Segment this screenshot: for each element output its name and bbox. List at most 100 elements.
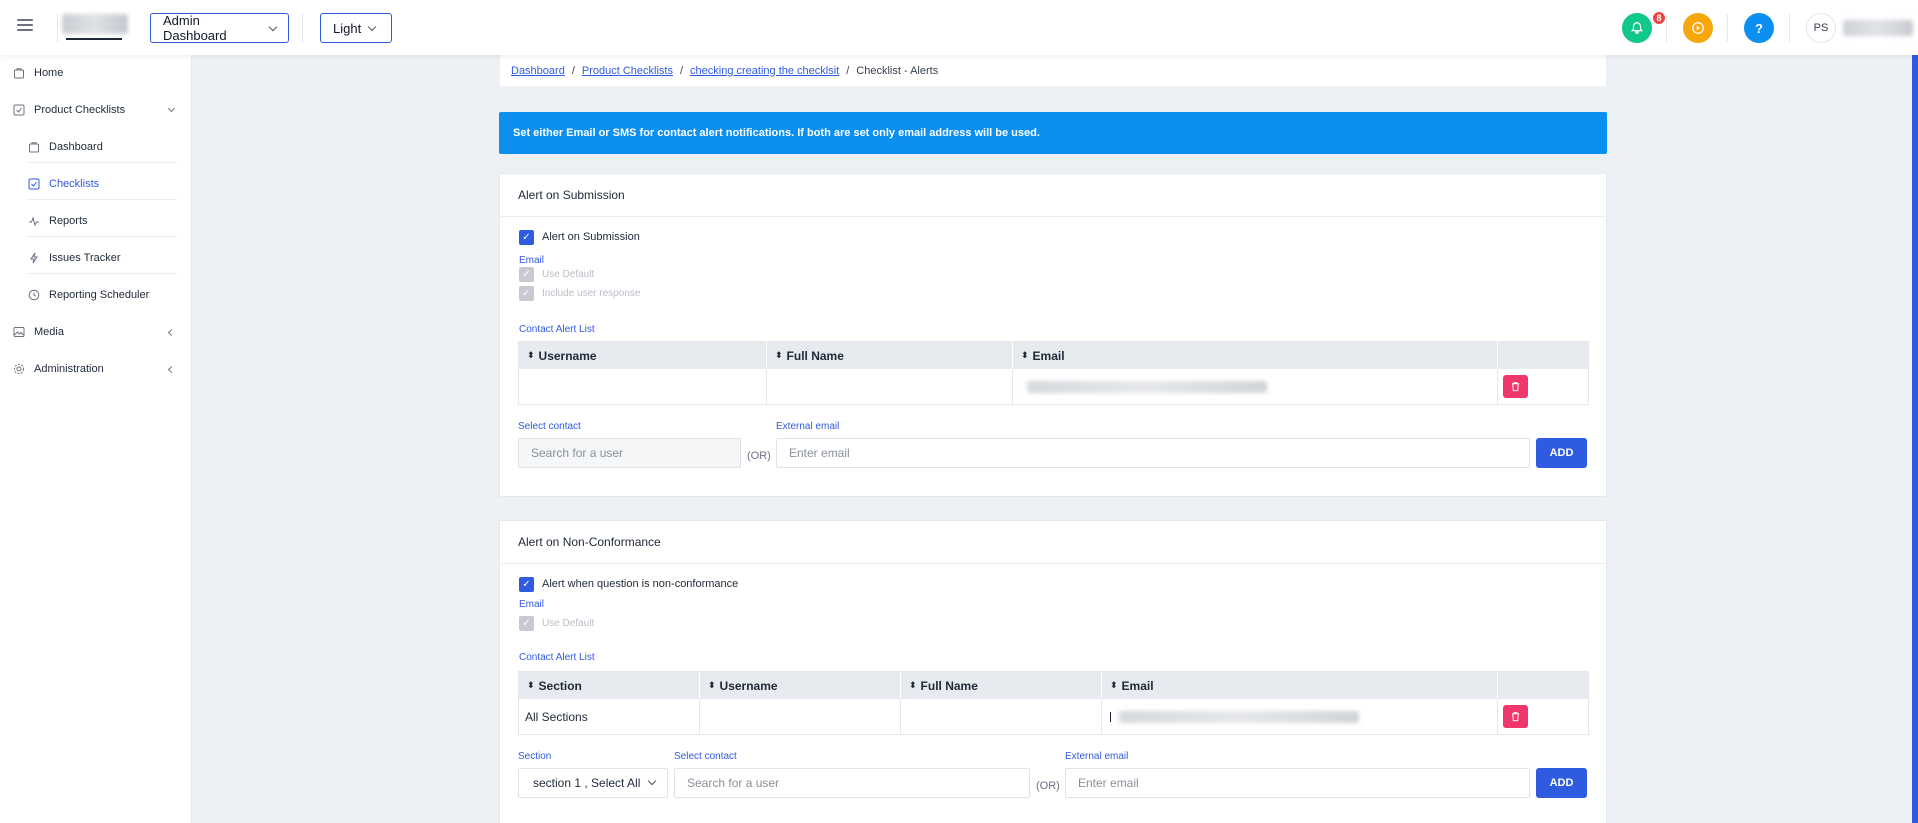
avatar[interactable]: PS: [1806, 13, 1836, 43]
user-name[interactable]: [1843, 20, 1913, 36]
divider: [1666, 14, 1667, 42]
breadcrumb-checklist-link[interactable]: checking creating the checklsit: [690, 65, 839, 77]
sidebar-item-label: Product Checklists: [34, 104, 126, 116]
alert-nonconformance-label: Alert when question is non-conformance: [542, 578, 739, 590]
text-cursor: [1110, 712, 1111, 722]
sidebar-item-product-checklists[interactable]: Product Checklists: [0, 95, 192, 125]
sidebar-item-dashboard[interactable]: Dashboard: [0, 132, 192, 162]
use-default-label: Use Default: [542, 269, 595, 280]
info-banner: Set either Email or SMS for contact aler…: [499, 112, 1607, 154]
sidebar-item-reporting-scheduler[interactable]: Reporting Scheduler: [0, 280, 192, 310]
email-label: Email: [519, 255, 545, 266]
divider: [1727, 14, 1728, 42]
play-circle-icon: [1692, 22, 1704, 34]
section-select[interactable]: section 1 , Select All: [518, 768, 668, 798]
email-label: Email: [519, 599, 545, 610]
column-header-username[interactable]: ⬍ Username: [700, 672, 901, 699]
divider: [27, 273, 177, 274]
column-header-section[interactable]: ⬍ Section: [519, 672, 700, 699]
table-cell-actions: [1498, 699, 1588, 735]
breadcrumb-product-checklists-link[interactable]: Product Checklists: [582, 65, 673, 77]
sidebar-item-label: Media: [34, 326, 64, 338]
chevron-down-icon: [647, 776, 657, 786]
divider: [57, 14, 58, 42]
logo-underline: [66, 38, 122, 40]
chevron-down-icon: [268, 22, 278, 31]
sidebar: Home Product Checklists Dashboard Checkl…: [0, 55, 192, 823]
help-icon: ?: [1755, 20, 1763, 36]
or-label: (OR): [1036, 780, 1060, 792]
column-header-full-name[interactable]: ⬍ Full Name: [901, 672, 1102, 699]
activity-button[interactable]: [1683, 13, 1713, 43]
add-contact-button[interactable]: ADD: [1536, 768, 1587, 798]
alert-nonconformance-checkbox[interactable]: ✓: [519, 577, 534, 592]
dashboard-icon: [27, 140, 41, 154]
breadcrumb: Dashboard / Product Checklists / checkin…: [500, 55, 1606, 86]
section-select-value: section 1 , Select All: [533, 776, 641, 790]
divider: [27, 236, 177, 237]
sort-icon: ⬍: [527, 350, 535, 360]
scrollbar[interactable]: [1912, 55, 1918, 823]
sidebar-item-reports[interactable]: Reports: [0, 206, 192, 236]
sidebar-item-label: Reporting Scheduler: [49, 289, 150, 301]
external-email-label: External email: [776, 421, 840, 432]
alert-on-nonconformance-card: Alert on Non-Conformance ✓ Alert when qu…: [499, 520, 1607, 823]
sort-icon: ⬍: [1110, 680, 1118, 690]
gear-icon: [12, 362, 26, 376]
sidebar-item-administration[interactable]: Administration: [0, 354, 192, 384]
sidebar-item-media[interactable]: Media: [0, 317, 192, 347]
table-cell-actions: [1498, 369, 1588, 405]
breadcrumb-dashboard-link[interactable]: Dashboard: [511, 65, 565, 77]
chevron-down-icon: [167, 104, 176, 113]
external-email-input[interactable]: Enter email: [1065, 768, 1530, 798]
delete-button[interactable]: [1503, 705, 1528, 728]
notification-button[interactable]: [1622, 13, 1652, 43]
theme-select[interactable]: Light: [320, 13, 392, 43]
table-cell-email: [1102, 699, 1498, 735]
issues-icon: [27, 251, 41, 265]
sidebar-item-issues-tracker[interactable]: Issues Tracker: [0, 243, 192, 273]
alert-on-submission-label: Alert on Submission: [542, 231, 640, 243]
alert-on-submission-checkbox[interactable]: ✓: [519, 230, 534, 245]
sidebar-item-checklists[interactable]: Checklists: [0, 169, 192, 199]
help-button[interactable]: ?: [1744, 13, 1774, 43]
dashboard-select[interactable]: Admin Dashboard: [150, 13, 289, 43]
use-default-checkbox[interactable]: ✓: [519, 267, 534, 282]
column-header-email[interactable]: ⬍ Email: [1013, 342, 1498, 369]
chevron-left-icon: [167, 328, 176, 336]
column-header-username[interactable]: ⬍ Username: [519, 342, 767, 369]
delete-button[interactable]: [1503, 375, 1528, 398]
company-logo: [62, 14, 128, 34]
sort-icon: ⬍: [775, 350, 783, 360]
dashboard-select-label: Admin Dashboard: [163, 13, 227, 43]
table-cell-email: [1013, 369, 1498, 405]
external-email-label: External email: [1065, 751, 1129, 762]
search-user-input[interactable]: Search for a user: [674, 768, 1030, 798]
avatar-initials: PS: [1813, 22, 1829, 34]
sort-icon: ⬍: [527, 680, 535, 690]
external-email-input[interactable]: Enter email: [776, 438, 1530, 468]
trash-icon: [1511, 382, 1520, 392]
menu-icon[interactable]: [17, 19, 33, 33]
add-contact-button[interactable]: ADD: [1536, 438, 1587, 468]
checklists-icon: [27, 177, 41, 191]
card-title: Alert on Submission: [500, 174, 1606, 217]
clock-icon: [27, 288, 41, 302]
column-header-full-name[interactable]: ⬍ Full Name: [767, 342, 1013, 369]
contact-alert-list-label: Contact Alert List: [519, 324, 595, 335]
alert-on-submission-card: Alert on Submission ✓ Alert on Submissio…: [499, 173, 1607, 497]
use-default-checkbox[interactable]: ✓: [519, 616, 534, 631]
trash-icon: [1511, 712, 1520, 722]
divider: [302, 14, 303, 42]
column-header-email[interactable]: ⬍ Email: [1102, 672, 1498, 699]
column-header-actions: [1498, 342, 1588, 369]
sidebar-item-label: Issues Tracker: [49, 252, 121, 264]
use-default-label: Use Default: [542, 618, 595, 629]
search-user-input[interactable]: Search for a user: [518, 438, 741, 468]
sidebar-item-label: Dashboard: [49, 141, 103, 153]
bell-icon: [1630, 22, 1644, 34]
contact-alert-list-label: Contact Alert List: [519, 652, 595, 663]
contact-alert-table: ⬍ Username ⬍ Full Name ⬍ Email: [518, 341, 1589, 405]
sidebar-item-home[interactable]: Home: [0, 58, 192, 88]
include-user-response-checkbox[interactable]: ✓: [519, 286, 534, 301]
